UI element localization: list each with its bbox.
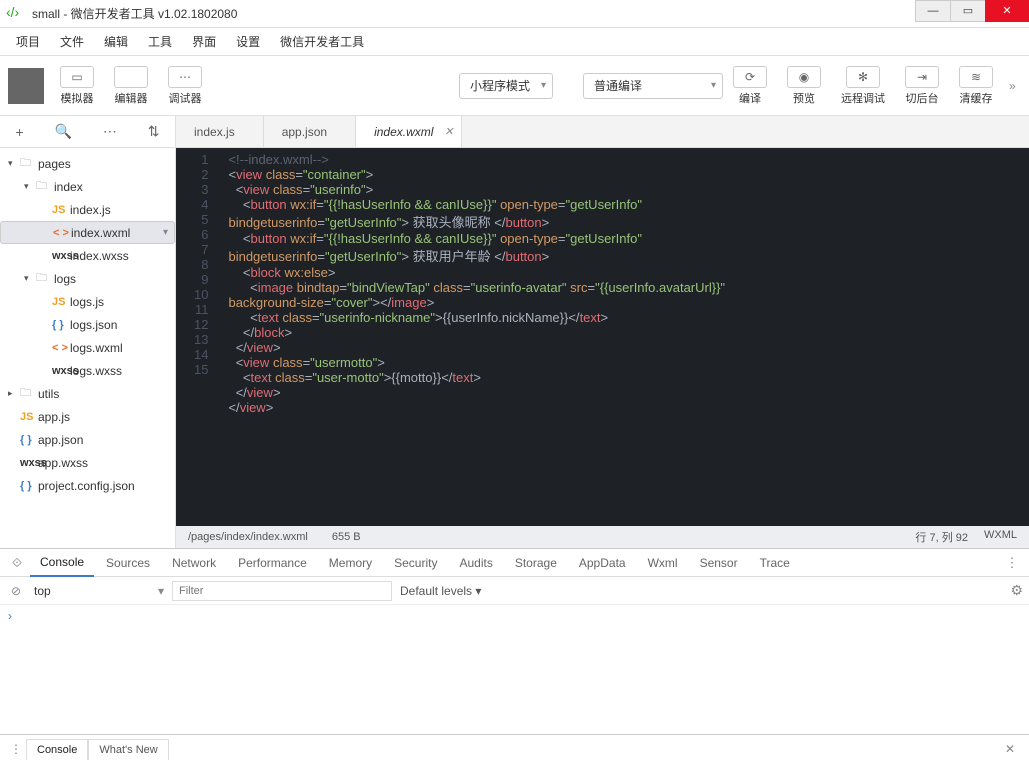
- close-tab-icon[interactable]: ✕: [444, 125, 453, 138]
- devtools-tab[interactable]: Console: [30, 549, 94, 577]
- minimize-button[interactable]: —: [915, 0, 951, 22]
- status-size: 655 B: [332, 531, 361, 543]
- drawer-tab[interactable]: Console: [26, 739, 88, 760]
- sidebar: + 🔍 ⋯ ⇅ ▾🗀pages▾🗀indexJSindex.js< >index.wx…: [0, 116, 176, 548]
- editor-tab[interactable]: app.json: [264, 116, 356, 147]
- toolbar-button[interactable]: ≋清缓存: [949, 62, 1003, 110]
- editor-tabs: index.jsapp.jsonindex.wxml✕: [176, 116, 1029, 148]
- clear-console-icon[interactable]: ⊘: [6, 584, 26, 598]
- toolbar-button[interactable]: ◉预览: [777, 62, 831, 110]
- mode-select[interactable]: 小程序模式: [459, 73, 553, 99]
- code-editor[interactable]: 1 2 3 4 5 6 7 8 9 10 11 12 13 14 15 <!--…: [176, 148, 1029, 526]
- compile-select[interactable]: 普通编译: [583, 73, 723, 99]
- devtools-tab[interactable]: Audits: [449, 550, 502, 576]
- devtools-tab[interactable]: Sensor: [690, 550, 748, 576]
- menu-item[interactable]: 文件: [52, 29, 92, 54]
- devtools: ⟐ ConsoleSourcesNetworkPerformanceMemory…: [0, 548, 1029, 734]
- tree-item[interactable]: < >index.wxml: [0, 221, 175, 244]
- menu-item[interactable]: 微信开发者工具: [272, 29, 372, 54]
- devtools-tab[interactable]: Security: [384, 550, 447, 576]
- menu-item[interactable]: 项目: [8, 29, 48, 54]
- tree-item[interactable]: ▾🗀index: [0, 175, 175, 198]
- window-title: small - 微信开发者工具 v1.02.1802080: [32, 5, 916, 22]
- editor-tab[interactable]: index.js: [176, 116, 264, 147]
- toolbar-button[interactable]: ⇥切后台: [895, 62, 949, 110]
- toolbar-button[interactable]: ⋯调试器: [158, 62, 212, 110]
- devtools-tab[interactable]: Network: [162, 550, 226, 576]
- toolbar-button[interactable]: ⟳编译: [723, 62, 777, 110]
- devtools-tab[interactable]: Memory: [319, 550, 382, 576]
- tree-item[interactable]: wxssindex.wxss: [0, 244, 175, 267]
- menu-item[interactable]: 界面: [184, 29, 224, 54]
- sidebar-tool-icon[interactable]: +: [15, 124, 23, 140]
- devtools-tab[interactable]: AppData: [569, 550, 636, 576]
- bottom-bar: ⋮ ConsoleWhat's New ✕: [0, 734, 1029, 762]
- drawer-tab[interactable]: What's New: [88, 739, 168, 760]
- levels-select[interactable]: Default levels ▾: [400, 584, 481, 598]
- filter-input[interactable]: [172, 581, 392, 601]
- drawer-menu-icon[interactable]: ⋮: [6, 742, 26, 756]
- menu-item[interactable]: 设置: [228, 29, 268, 54]
- tree-item[interactable]: < >logs.wxml: [0, 336, 175, 359]
- sidebar-tool-icon[interactable]: ⇅: [148, 123, 160, 140]
- inspect-icon[interactable]: ⟐: [6, 555, 28, 571]
- devtools-header: ⟐ ConsoleSourcesNetworkPerformanceMemory…: [0, 549, 1029, 577]
- toolbar: ▭模拟器编辑器⋯调试器 小程序模式 普通编译 ⟳编译◉预览✻远程调试⇥切后台≋清…: [0, 56, 1029, 116]
- tree-item[interactable]: { }project.config.json: [0, 474, 175, 497]
- avatar[interactable]: [8, 68, 44, 104]
- tree-item[interactable]: { }app.json: [0, 428, 175, 451]
- close-button[interactable]: ✕: [985, 0, 1029, 22]
- editor-pane: index.jsapp.jsonindex.wxml✕ 1 2 3 4 5 6 …: [176, 116, 1029, 548]
- sidebar-toolbar: + 🔍 ⋯ ⇅: [0, 116, 175, 148]
- editor-tab[interactable]: index.wxml✕: [356, 116, 462, 147]
- app-logo: ‹/›: [6, 4, 26, 24]
- sidebar-tool-icon[interactable]: 🔍: [55, 123, 72, 140]
- status-path: /pages/index/index.wxml: [188, 531, 308, 543]
- devtools-tab[interactable]: Performance: [228, 550, 317, 576]
- tree-item[interactable]: ▾🗀pages: [0, 152, 175, 175]
- menu-item[interactable]: 工具: [140, 29, 180, 54]
- tree-item[interactable]: JSapp.js: [0, 405, 175, 428]
- tree-item[interactable]: { }logs.json: [0, 313, 175, 336]
- devtools-more-icon[interactable]: ⋮: [1001, 555, 1023, 571]
- tree-item[interactable]: ▸🗀utils: [0, 382, 175, 405]
- tree-item[interactable]: JSlogs.js: [0, 290, 175, 313]
- tree-item[interactable]: ▾🗀logs: [0, 267, 175, 290]
- status-lang: WXML: [984, 529, 1017, 545]
- sidebar-tool-icon[interactable]: ⋯: [103, 123, 117, 140]
- console-prompt: ›: [8, 609, 12, 623]
- tree-item[interactable]: wxsslogs.wxss: [0, 359, 175, 382]
- settings-icon[interactable]: ⚙: [1010, 582, 1023, 599]
- toolbar-button[interactable]: ▭模拟器: [50, 62, 104, 110]
- devtools-tab[interactable]: Storage: [505, 550, 567, 576]
- menu-item[interactable]: 编辑: [96, 29, 136, 54]
- console-filter-bar: ⊘ top▾ Default levels ▾ ⚙: [0, 577, 1029, 605]
- context-select[interactable]: top▾: [34, 584, 164, 598]
- maximize-button[interactable]: ▭: [950, 0, 986, 22]
- devtools-tab[interactable]: Trace: [750, 550, 800, 576]
- console-output[interactable]: ›: [0, 605, 1029, 734]
- toolbar-button[interactable]: ✻远程调试: [831, 62, 895, 110]
- tree-item[interactable]: JSindex.js: [0, 198, 175, 221]
- menubar: 项目文件编辑工具界面设置微信开发者工具: [0, 28, 1029, 56]
- status-pos: 行 7, 列 92: [915, 529, 968, 545]
- more-icon[interactable]: »: [1009, 79, 1021, 93]
- file-tree: ▾🗀pages▾🗀indexJSindex.js< >index.wxmlwxs…: [0, 148, 175, 548]
- status-bar: /pages/index/index.wxml 655 B 行 7, 列 92 …: [176, 526, 1029, 548]
- drawer-close-icon[interactable]: ✕: [997, 742, 1023, 756]
- tree-item[interactable]: wxssapp.wxss: [0, 451, 175, 474]
- devtools-tab[interactable]: Sources: [96, 550, 160, 576]
- toolbar-button[interactable]: 编辑器: [104, 62, 158, 110]
- devtools-tab[interactable]: Wxml: [638, 550, 688, 576]
- titlebar: ‹/› small - 微信开发者工具 v1.02.1802080 — ▭ ✕: [0, 0, 1029, 28]
